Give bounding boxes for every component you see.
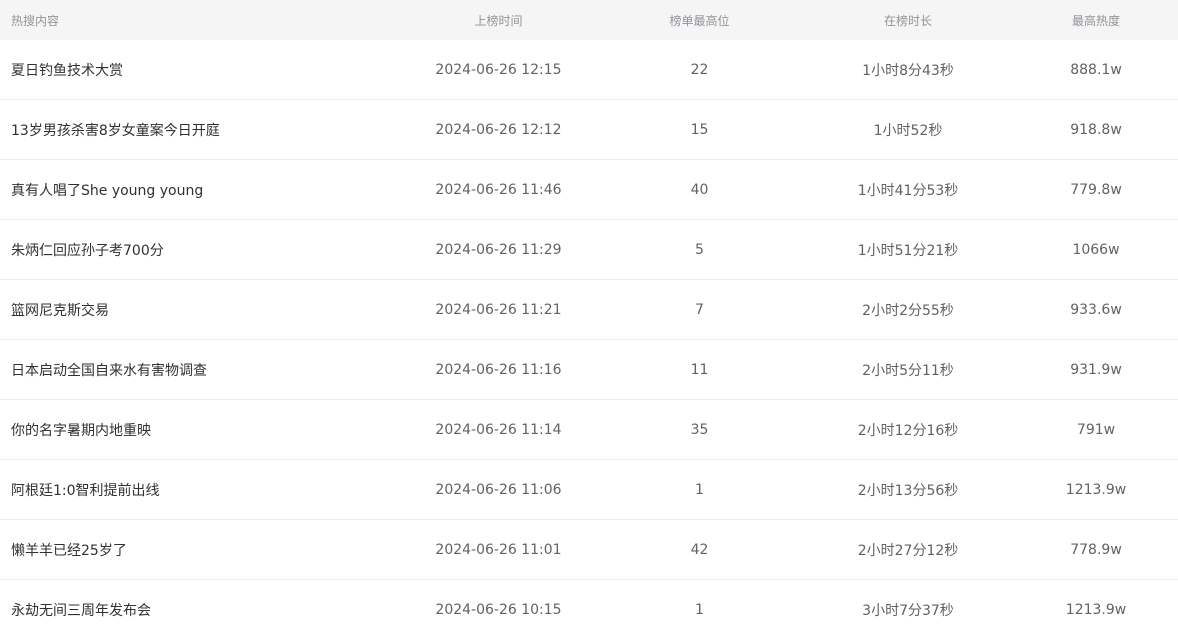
row-duration: 2小时12分16秒	[857, 422, 959, 439]
row-rank: 1	[695, 481, 704, 498]
row-title[interactable]: 懒羊羊已经25岁了	[0, 540, 400, 560]
row-heat: 933.6w	[1070, 301, 1122, 318]
table-row[interactable]: 日本启动全国自来水有害物调查 2024-06-26 11:16 11 2小时5分…	[0, 340, 1178, 400]
hot-search-table: 热搜内容 上榜时间 榜单最高位 在榜时长 最高热度 夏日钓鱼技术大赏 2024-…	[0, 0, 1178, 638]
row-duration: 1小时52秒	[873, 122, 943, 139]
row-heat: 778.9w	[1070, 541, 1122, 558]
row-time: 2024-06-26 11:16	[435, 361, 562, 378]
row-title[interactable]: 夏日钓鱼技术大赏	[0, 60, 400, 80]
header-title[interactable]: 热搜内容	[0, 12, 400, 29]
table-header: 热搜内容 上榜时间 榜单最高位 在榜时长 最高热度	[0, 0, 1178, 40]
table-row[interactable]: 永劫无间三周年发布会 2024-06-26 10:15 1 3小时7分37秒 1…	[0, 580, 1178, 638]
row-time: 2024-06-26 11:21	[435, 301, 562, 318]
row-duration: 3小时7分37秒	[862, 602, 954, 619]
row-heat: 918.8w	[1070, 121, 1122, 138]
row-time: 2024-06-26 11:14	[435, 421, 562, 438]
table-row[interactable]: 朱炳仁回应孙子考700分 2024-06-26 11:29 5 1小时51分21…	[0, 220, 1178, 280]
table-row[interactable]: 夏日钓鱼技术大赏 2024-06-26 12:15 22 1小时8分43秒 88…	[0, 40, 1178, 100]
row-rank: 40	[690, 181, 709, 198]
row-duration: 2小时5分11秒	[862, 362, 954, 379]
row-title[interactable]: 13岁男孩杀害8岁女童案今日开庭	[0, 120, 400, 140]
row-time: 2024-06-26 12:12	[435, 121, 562, 138]
row-title[interactable]: 真有人唱了She young young	[0, 180, 400, 200]
row-heat: 888.1w	[1070, 61, 1122, 78]
row-title[interactable]: 你的名字暑期内地重映	[0, 420, 400, 440]
row-heat: 1213.9w	[1065, 601, 1127, 618]
row-title[interactable]: 篮网尼克斯交易	[0, 300, 400, 320]
row-time: 2024-06-26 11:01	[435, 541, 562, 558]
row-time: 2024-06-26 11:29	[435, 241, 562, 258]
row-rank: 42	[690, 541, 709, 558]
row-time: 2024-06-26 11:06	[435, 481, 562, 498]
row-rank: 7	[695, 301, 704, 318]
row-title[interactable]: 朱炳仁回应孙子考700分	[0, 240, 400, 260]
row-time: 2024-06-26 12:15	[435, 61, 562, 78]
row-time: 2024-06-26 11:46	[435, 181, 562, 198]
row-heat: 779.8w	[1070, 181, 1122, 198]
row-duration: 1小时41分53秒	[857, 182, 959, 199]
row-rank: 1	[695, 601, 704, 618]
table-row[interactable]: 篮网尼克斯交易 2024-06-26 11:21 7 2小时2分55秒 933.…	[0, 280, 1178, 340]
row-title[interactable]: 阿根廷1:0智利提前出线	[0, 480, 400, 500]
row-time: 2024-06-26 10:15	[435, 601, 562, 618]
table-row[interactable]: 阿根廷1:0智利提前出线 2024-06-26 11:06 1 2小时13分56…	[0, 460, 1178, 520]
row-heat: 1066w	[1072, 241, 1120, 258]
row-rank: 35	[690, 421, 709, 438]
row-duration: 2小时13分56秒	[857, 482, 959, 499]
row-heat: 931.9w	[1070, 361, 1122, 378]
table-row[interactable]: 真有人唱了She young young 2024-06-26 11:46 40…	[0, 160, 1178, 220]
row-rank: 5	[695, 241, 704, 258]
table-row[interactable]: 懒羊羊已经25岁了 2024-06-26 11:01 42 2小时27分12秒 …	[0, 520, 1178, 580]
table-row[interactable]: 13岁男孩杀害8岁女童案今日开庭 2024-06-26 12:12 15 1小时…	[0, 100, 1178, 160]
header-duration[interactable]: 在榜时长	[802, 12, 1014, 29]
row-rank: 11	[690, 361, 709, 378]
table-row[interactable]: 你的名字暑期内地重映 2024-06-26 11:14 35 2小时12分16秒…	[0, 400, 1178, 460]
row-rank: 15	[690, 121, 709, 138]
row-duration: 1小时8分43秒	[862, 62, 954, 79]
row-duration: 1小时51分21秒	[857, 242, 959, 259]
row-heat: 791w	[1076, 421, 1116, 438]
row-heat: 1213.9w	[1065, 481, 1127, 498]
row-rank: 22	[690, 61, 709, 78]
row-duration: 2小时2分55秒	[862, 302, 954, 319]
header-heat[interactable]: 最高热度	[1014, 12, 1178, 29]
row-duration: 2小时27分12秒	[857, 542, 959, 559]
header-rank[interactable]: 榜单最高位	[597, 12, 802, 29]
row-title[interactable]: 永劫无间三周年发布会	[0, 600, 400, 620]
row-title[interactable]: 日本启动全国自来水有害物调查	[0, 360, 400, 380]
header-time[interactable]: 上榜时间	[400, 12, 597, 29]
